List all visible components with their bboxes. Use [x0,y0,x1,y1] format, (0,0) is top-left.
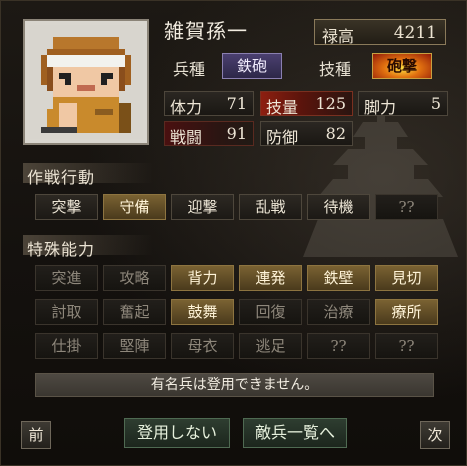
ability-badge: 治療 [307,299,370,325]
stat-label: 体力 [170,98,203,117]
stat-value: 125 [315,94,346,113]
tactic-button[interactable]: 突撃 [35,194,98,220]
prev-button[interactable]: 前 [21,421,51,449]
unit-type-label: 兵種 [173,60,206,79]
stat-value: 5 [430,94,441,113]
ability-badge: 奮起 [103,299,166,325]
enemy-list-button[interactable]: 敵兵一覧へ [243,418,347,448]
stat-value: 91 [226,124,247,143]
status-message: 有名兵は登用できません。 [35,373,434,397]
ability-badge: 仕掛 [35,333,98,359]
ability-badge: 療所 [375,299,438,325]
next-button[interactable]: 次 [420,421,450,449]
tactic-button[interactable]: 乱戦 [239,194,302,220]
stat-value: 71 [226,94,247,113]
ability-badge: 討取 [35,299,98,325]
abilities-title: 特殊能力 [27,240,96,259]
ability-badge: 鉄壁 [307,265,370,291]
ability-badge: 連発 [239,265,302,291]
ability-badge: 回復 [239,299,302,325]
stat-label: 技量 [266,98,299,117]
no-recruit-button[interactable]: 登用しない [124,418,230,448]
tactic-button[interactable]: 守備 [103,194,166,220]
unit-type-chip: 鉄砲 [222,53,282,79]
ability-badge: 母衣 [171,333,234,359]
ability-badge: 鼓舞 [171,299,234,325]
rank-field: 禄高 4211 [314,19,446,46]
rank-value: 4211 [393,23,437,43]
stat-value: 82 [325,124,346,143]
officer-name: 雑賀孫一 [164,19,248,43]
tactic-button[interactable]: 待機 [307,194,370,220]
ability-badge: 見切 [375,265,438,291]
tactics-title: 作戦行動 [27,168,96,187]
tech-type-chip: 砲撃 [372,53,432,79]
officer-panel: 雑賀孫一 禄高 4211 兵種 鉄砲 技種 砲撃 体力 71 技量 125 脚力… [0,0,467,466]
officer-portrait [23,19,149,145]
tactic-button[interactable]: 迎撃 [171,194,234,220]
ability-badge: 突進 [35,265,98,291]
ability-badge: ?? [307,333,370,359]
tactic-button[interactable]: ?? [375,194,438,220]
stat-label: 脚力 [364,98,397,117]
stat-stamina: 体力 71 [164,91,254,117]
rank-label: 禄高 [322,27,355,46]
stat-skill: 技量 125 [260,91,353,117]
ability-badge: 攻略 [103,265,166,291]
stat-label: 戦闘 [170,128,203,147]
ability-badge: 逃足 [239,333,302,359]
ability-badge: 背力 [171,265,234,291]
stat-defense: 防御 82 [260,121,353,147]
ability-badge: 堅陣 [103,333,166,359]
ability-badge: ?? [375,333,438,359]
stat-combat: 戦闘 91 [164,121,254,147]
stat-speed: 脚力 5 [358,91,448,117]
tech-type-label: 技種 [319,60,352,79]
stat-label: 防御 [266,128,299,147]
soldier-portrait-icon [29,25,143,139]
